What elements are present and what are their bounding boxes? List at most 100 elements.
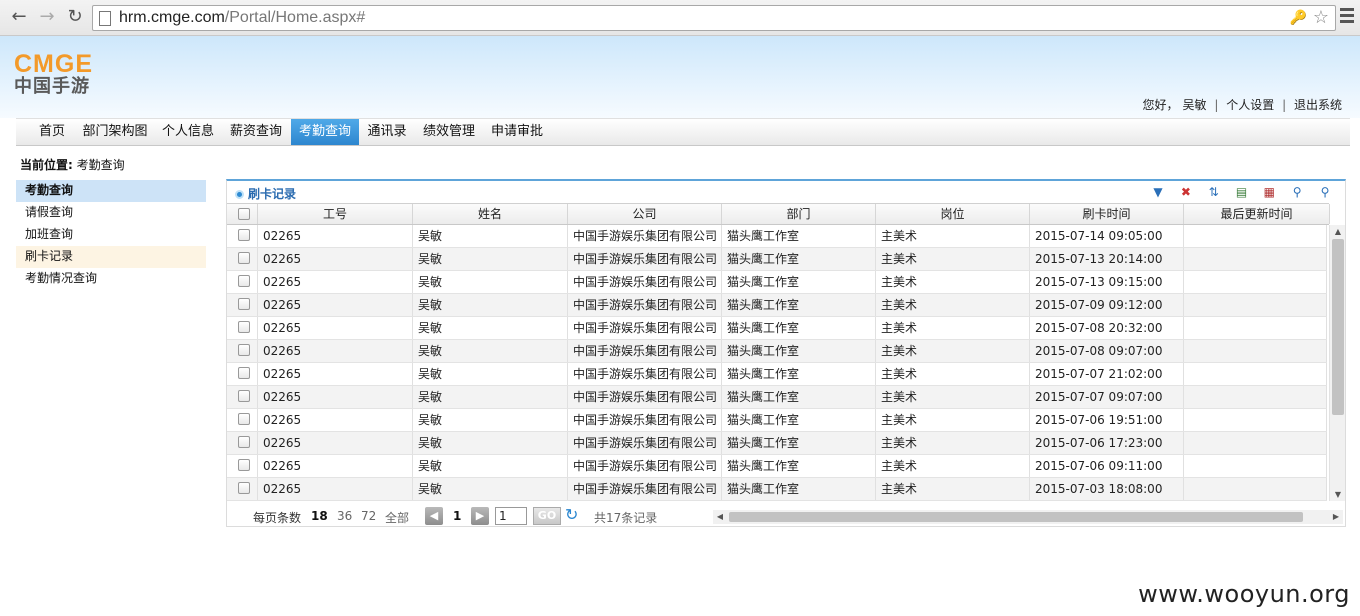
position-cell: 主美术 bbox=[876, 432, 1030, 454]
nav-item-personal-info[interactable]: 个人信息 bbox=[158, 119, 218, 145]
filter-icon[interactable]: ▼ bbox=[1150, 184, 1166, 200]
table-row[interactable]: 02265 吴敏 中国手游娱乐集团有限公司 猫头鹰工作室 主美术 2015-07-06 1… bbox=[227, 409, 1327, 432]
next-page-icon[interactable]: ▶ bbox=[471, 507, 489, 525]
row-checkbox[interactable] bbox=[238, 275, 250, 287]
scroll-thumb[interactable] bbox=[1332, 239, 1344, 415]
sidebar-item-overtime[interactable]: 加班查询 bbox=[16, 224, 206, 246]
column-header[interactable]: 公司 bbox=[568, 204, 722, 224]
last-updated-cell bbox=[1184, 248, 1327, 270]
reload-icon[interactable]: ↻ bbox=[64, 6, 86, 28]
name-cell: 吴敏 bbox=[413, 455, 568, 477]
vertical-scrollbar[interactable]: ▲ ▼ bbox=[1329, 225, 1345, 501]
breadcrumb-value: 考勤查询 bbox=[76, 158, 125, 172]
scroll-thumb[interactable] bbox=[729, 512, 1303, 522]
swipe-time-cell: 2015-07-13 20:14:00 bbox=[1030, 248, 1184, 270]
column-header[interactable]: 岗位 bbox=[876, 204, 1030, 224]
table-row[interactable]: 02265 吴敏 中国手游娱乐集团有限公司 猫头鹰工作室 主美术 2015-07-14 0… bbox=[227, 225, 1327, 248]
nav-item-performance[interactable]: 绩效管理 bbox=[418, 119, 480, 145]
clear-filter-icon[interactable]: ✖ bbox=[1178, 184, 1194, 200]
department-cell: 猫头鹰工作室 bbox=[722, 248, 876, 270]
back-arrow-icon[interactable]: ← bbox=[8, 6, 30, 28]
prev-page-icon[interactable]: ◀ bbox=[425, 507, 443, 525]
browser-menu-icon[interactable] bbox=[1340, 8, 1354, 26]
name-cell: 吴敏 bbox=[413, 317, 568, 339]
sidebar-item-attendance[interactable]: 考勤查询 bbox=[16, 180, 206, 202]
table-row[interactable]: 02265 吴敏 中国手游娱乐集团有限公司 猫头鹰工作室 主美术 2015-07-06 1… bbox=[227, 432, 1327, 455]
nav-item-salary[interactable]: 薪资查询 bbox=[226, 119, 286, 145]
advanced-search-icon[interactable]: ⚲ bbox=[1317, 184, 1333, 200]
horizontal-scrollbar[interactable]: ◀ ▶ bbox=[713, 510, 1343, 524]
position-cell: 主美术 bbox=[876, 455, 1030, 477]
row-checkbox[interactable] bbox=[238, 482, 250, 494]
sidebar-item-attendance-status[interactable]: 考勤情况查询 bbox=[16, 268, 206, 290]
department-cell: 猫头鹰工作室 bbox=[722, 317, 876, 339]
bookmark-star-icon[interactable]: ☆ bbox=[1313, 7, 1329, 28]
row-select-cell bbox=[227, 225, 258, 247]
table-row[interactable]: 02265 吴敏 中国手游娱乐集团有限公司 猫头鹰工作室 主美术 2015-07-08 0… bbox=[227, 340, 1327, 363]
nav-item-home[interactable]: 首页 bbox=[30, 119, 74, 145]
row-checkbox[interactable] bbox=[238, 367, 250, 379]
nav-item-approval[interactable]: 申请审批 bbox=[486, 119, 548, 145]
page-number-input[interactable]: 1 bbox=[495, 507, 527, 525]
table-row[interactable]: 02265 吴敏 中国手游娱乐集团有限公司 猫头鹰工作室 主美术 2015-07-07 0… bbox=[227, 386, 1327, 409]
refresh-icon[interactable]: ↻ bbox=[565, 505, 578, 524]
page-size-72[interactable]: 72 bbox=[361, 509, 376, 523]
table-row[interactable]: 02265 吴敏 中国手游娱乐集团有限公司 猫头鹰工作室 主美术 2015-07-06 0… bbox=[227, 455, 1327, 478]
search-icon[interactable]: ⚲ bbox=[1289, 184, 1305, 200]
logout-link[interactable]: 退出系统 bbox=[1294, 98, 1342, 112]
row-checkbox[interactable] bbox=[238, 459, 250, 471]
sidebar-item-card-records[interactable]: 刷卡记录 bbox=[16, 246, 206, 268]
page-size-all[interactable]: 全部 bbox=[385, 509, 409, 526]
nav-item-org-chart[interactable]: 部门架构图 bbox=[80, 119, 150, 145]
position-cell: 主美术 bbox=[876, 386, 1030, 408]
row-checkbox[interactable] bbox=[238, 390, 250, 402]
page-size-36[interactable]: 36 bbox=[337, 509, 352, 523]
column-header[interactable]: 刷卡时间 bbox=[1030, 204, 1184, 224]
go-button[interactable]: GO bbox=[533, 507, 561, 525]
row-checkbox[interactable] bbox=[238, 413, 250, 425]
table-row[interactable]: 02265 吴敏 中国手游娱乐集团有限公司 猫头鹰工作室 主美术 2015-07-13 2… bbox=[227, 248, 1327, 271]
scroll-left-arrow-icon[interactable]: ◀ bbox=[713, 510, 727, 524]
forward-arrow-icon[interactable]: → bbox=[36, 6, 58, 28]
table-row[interactable]: 02265 吴敏 中国手游娱乐集团有限公司 猫头鹰工作室 主美术 2015-07-07 2… bbox=[227, 363, 1327, 386]
key-icon[interactable]: 🔑 bbox=[1290, 10, 1307, 26]
column-settings-icon[interactable]: ▦ bbox=[1261, 184, 1277, 200]
row-select-cell bbox=[227, 317, 258, 339]
nav-item-contacts[interactable]: 通讯录 bbox=[364, 119, 410, 145]
name-cell: 吴敏 bbox=[413, 271, 568, 293]
row-checkbox[interactable] bbox=[238, 344, 250, 356]
scroll-right-arrow-icon[interactable]: ▶ bbox=[1329, 510, 1343, 524]
table-row[interactable]: 02265 吴敏 中国手游娱乐集团有限公司 猫头鹰工作室 主美术 2015-07-03 1… bbox=[227, 478, 1327, 501]
table-row[interactable]: 02265 吴敏 中国手游娱乐集团有限公司 猫头鹰工作室 主美术 2015-07-08 2… bbox=[227, 317, 1327, 340]
sort-icon[interactable]: ⇅ bbox=[1206, 184, 1222, 200]
settings-link[interactable]: 个人设置 bbox=[1226, 98, 1274, 112]
scroll-up-arrow-icon[interactable]: ▲ bbox=[1330, 227, 1346, 236]
row-checkbox[interactable] bbox=[238, 321, 250, 333]
department-cell: 猫头鹰工作室 bbox=[722, 455, 876, 477]
position-cell: 主美术 bbox=[876, 478, 1030, 500]
page-size-18[interactable]: 18 bbox=[311, 509, 328, 523]
table-row[interactable]: 02265 吴敏 中国手游娱乐集团有限公司 猫头鹰工作室 主美术 2015-07-09 0… bbox=[227, 294, 1327, 317]
bullet-icon bbox=[235, 190, 244, 199]
logo-cn: 中国手游 bbox=[14, 76, 90, 97]
select-all-checkbox[interactable] bbox=[238, 208, 250, 220]
nav-item-attendance[interactable]: 考勤查询 bbox=[291, 119, 359, 145]
last-updated-cell bbox=[1184, 225, 1327, 247]
row-checkbox[interactable] bbox=[238, 252, 250, 264]
row-checkbox[interactable] bbox=[238, 229, 250, 241]
sidebar-item-leave[interactable]: 请假查询 bbox=[16, 202, 206, 224]
row-select-cell bbox=[227, 294, 258, 316]
column-header[interactable]: 部门 bbox=[722, 204, 876, 224]
row-checkbox[interactable] bbox=[238, 436, 250, 448]
row-checkbox[interactable] bbox=[238, 298, 250, 310]
column-header[interactable]: 工号 bbox=[258, 204, 413, 224]
column-header[interactable]: 姓名 bbox=[413, 204, 568, 224]
company-cell: 中国手游娱乐集团有限公司 bbox=[568, 386, 722, 408]
position-cell: 主美术 bbox=[876, 340, 1030, 362]
address-bar[interactable]: hrm.cmge.com/Portal/Home.aspx# 🔑 ☆ bbox=[92, 5, 1336, 31]
user-links: 您好， 吴敏 | 个人设置 | 退出系统 bbox=[1141, 96, 1344, 113]
export-icon[interactable]: ▤ bbox=[1234, 184, 1250, 200]
table-row[interactable]: 02265 吴敏 中国手游娱乐集团有限公司 猫头鹰工作室 主美术 2015-07-13 0… bbox=[227, 271, 1327, 294]
scroll-down-arrow-icon[interactable]: ▼ bbox=[1330, 490, 1346, 499]
column-header[interactable]: 最后更新时间 bbox=[1184, 204, 1330, 224]
